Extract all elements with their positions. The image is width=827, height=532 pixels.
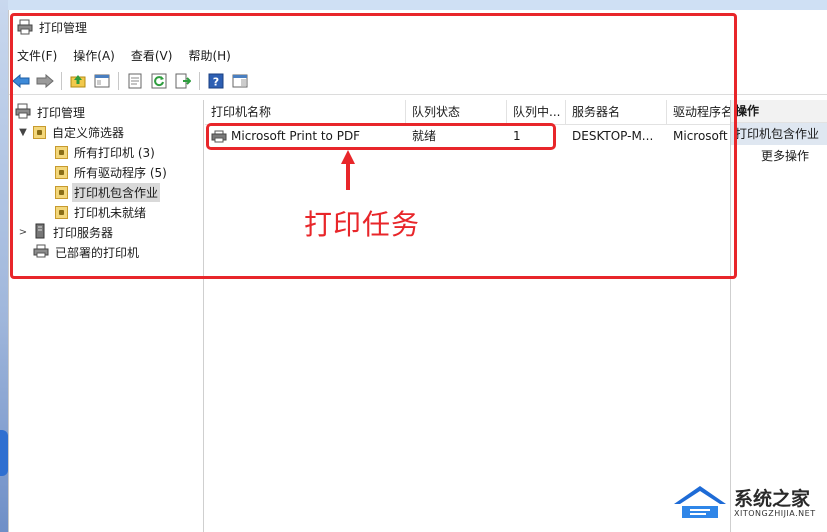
filter-icon	[55, 185, 68, 199]
watermark-logo: 系统之家 XITONGZHIJIA.NET	[670, 482, 820, 526]
menu-view[interactable]: 查看(V)	[123, 47, 181, 64]
actions-pane: 操作 打印机包含作业 更多操作	[731, 100, 827, 532]
toolbar-separator	[118, 72, 119, 90]
watermark-url: XITONGZHIJIA.NET	[734, 509, 816, 518]
forward-arrow-icon[interactable]	[35, 71, 55, 91]
refresh-icon[interactable]	[149, 71, 169, 91]
up-arrow-icon	[341, 150, 355, 190]
chevron-right-icon[interactable]: >	[17, 227, 29, 238]
watermark-name: 系统之家	[734, 488, 811, 510]
actions-header: 操作	[731, 100, 827, 123]
help-icon[interactable]: ?	[206, 71, 226, 91]
table-row[interactable]: Microsoft Print to PDF 就绪 1 DESKTOP-M...…	[205, 126, 730, 146]
annotation-label: 打印任务	[304, 208, 421, 241]
server-icon	[35, 223, 45, 242]
menu-file[interactable]: 文件(F)	[9, 47, 65, 64]
tree-item-custom-filters[interactable]: ▼ 自定义筛选器	[17, 122, 126, 142]
tree-item-deployed-printers[interactable]: 已部署的打印机	[33, 242, 141, 262]
up-folder-icon[interactable]	[68, 71, 88, 91]
printer-app-icon	[15, 103, 31, 122]
tree-label: 打印管理	[37, 105, 86, 120]
printer-app-icon	[17, 19, 33, 35]
desktop-top-strip	[0, 0, 827, 10]
toolbar-separator	[199, 72, 200, 90]
tree-item-root[interactable]: 打印管理	[15, 102, 87, 122]
properties-icon[interactable]	[125, 71, 145, 91]
cell-queue-status: 就绪	[412, 129, 437, 143]
desktop-edge	[0, 0, 8, 532]
cell-printer-name: Microsoft Print to PDF	[205, 126, 407, 146]
filter-folder-icon	[33, 125, 46, 139]
chevron-down-icon[interactable]: ▼	[17, 127, 29, 138]
cell-driver-name: Microsoft	[673, 129, 728, 143]
action-pane-icon[interactable]	[230, 71, 250, 91]
tree-label: 自定义筛选器	[52, 125, 125, 140]
toolbar-separator	[61, 72, 62, 90]
house-logo-icon	[674, 486, 726, 518]
show-hide-tree-icon[interactable]	[92, 71, 112, 91]
filter-icon	[55, 205, 68, 219]
column-header-printer-name[interactable]: 打印机名称	[205, 100, 406, 124]
more-actions-link[interactable]: 更多操作	[731, 145, 827, 167]
tree-item-printers-with-jobs[interactable]: 打印机包含作业	[55, 182, 161, 202]
menu-help[interactable]: 帮助(H)	[180, 47, 238, 64]
column-header-jobs-in-queue[interactable]: 队列中...	[507, 100, 566, 124]
desktop-blob	[0, 430, 8, 476]
tree-item-print-servers[interactable]: > 打印服务器	[17, 222, 115, 242]
menu-action[interactable]: 操作(A)	[65, 47, 123, 64]
cell-server-name: DESKTOP-M...	[572, 129, 654, 143]
printer-name-text: Microsoft Print to PDF	[231, 129, 361, 143]
svg-text:?: ?	[213, 76, 219, 89]
filter-icon	[55, 165, 68, 179]
list-header: 打印机名称 队列状态 队列中... 服务器名 驱动程序名	[205, 100, 730, 125]
tree-label: 所有驱动程序 (5)	[74, 165, 167, 180]
menubar: 文件(F) 操作(A) 查看(V) 帮助(H)	[9, 44, 827, 66]
toolbar: ?	[9, 68, 827, 95]
column-header-server-name[interactable]: 服务器名	[566, 100, 667, 124]
printer-icon	[211, 130, 227, 143]
tree-item-all-drivers[interactable]: 所有驱动程序 (5)	[55, 162, 169, 182]
tree-label: 打印机包含作业	[72, 182, 161, 202]
column-header-queue-status[interactable]: 队列状态	[406, 100, 507, 124]
export-list-icon[interactable]	[173, 71, 193, 91]
printer-list: 打印机名称 队列状态 队列中... 服务器名 驱动程序名 Microsoft P…	[205, 100, 731, 532]
navigation-tree: 打印管理 ▼ 自定义筛选器 所有打印机 (3) 所有驱动程序 (5) 打印机包含…	[11, 100, 204, 532]
tree-item-printers-not-ready[interactable]: 打印机未就绪	[55, 202, 148, 222]
tree-label: 已部署的打印机	[55, 245, 140, 260]
window-title: 打印管理	[39, 20, 88, 35]
tree-label: 打印机未就绪	[74, 205, 147, 220]
print-management-window: 打印管理 文件(F) 操作(A) 查看(V) 帮助(H) ? 打印管理 ▼ 自定…	[8, 10, 827, 532]
tree-label: 所有打印机 (3)	[74, 145, 155, 160]
titlebar: 打印管理	[9, 10, 827, 44]
printer-icon	[33, 244, 49, 261]
cell-jobs-in-queue: 1	[513, 129, 521, 143]
column-header-driver-name[interactable]: 驱动程序名	[667, 100, 730, 124]
tree-label: 打印服务器	[53, 225, 114, 240]
back-arrow-icon[interactable]	[11, 71, 31, 91]
tree-item-all-printers[interactable]: 所有打印机 (3)	[55, 142, 157, 162]
filter-icon	[55, 145, 68, 159]
actions-selected-item[interactable]: 打印机包含作业	[731, 123, 827, 145]
